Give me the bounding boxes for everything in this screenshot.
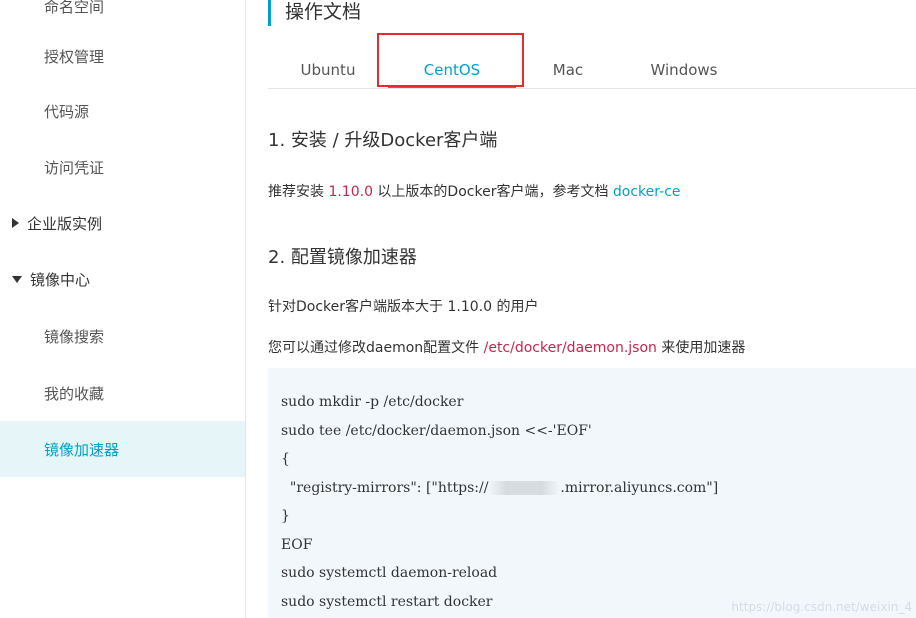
sidebar-item-label: 镜像搜索	[44, 327, 105, 346]
sidebar-item-label: 镜像加速器	[44, 440, 120, 459]
tab-windows[interactable]: Windows	[636, 52, 732, 88]
sidebar-group-label: 镜像中心	[30, 270, 91, 289]
version-requirement: 针对Docker客户端版本大于 1.10.0 的用户	[268, 299, 539, 315]
sidebar-item-my-favorites[interactable]: 我的收藏	[0, 365, 245, 421]
code-line: sudo tee /etc/docker/daemon.json <<-'EOF…	[281, 422, 592, 439]
caret-down-icon	[12, 275, 22, 283]
config-instructions: 您可以通过修改daemon配置文件 /etc/docker/daemon.jso…	[268, 337, 745, 357]
sidebar-item-label: 命名空间	[44, 0, 105, 16]
sidebar-item-label: 授权管理	[44, 47, 105, 66]
sidebar-item-label: 访问凭证	[44, 158, 105, 177]
sidebar-item-label: 我的收藏	[44, 384, 105, 403]
code-line: EOF	[281, 536, 313, 553]
sidebar-group-enterprise-instance[interactable]: 企业版实例	[0, 195, 245, 251]
install-recommendation: 推荐安装 1.10.0 以上版本的Docker客户端，参考文档 docker-c…	[268, 181, 681, 201]
tab-mac[interactable]: Mac	[540, 52, 596, 88]
annotation-highlight-box	[377, 33, 524, 87]
sidebar: 命名空间 授权管理 代码源 访问凭证 企业版实例 镜像中心 镜像搜索 我的收藏 …	[0, 0, 246, 618]
code-line: {	[281, 451, 290, 467]
sidebar-item-code-source[interactable]: 代码源	[0, 83, 245, 139]
section-title-configure: 2. 配置镜像加速器	[268, 247, 417, 268]
section-title-install: 1. 安装 / 升级Docker客户端	[268, 130, 498, 151]
code-line: sudo systemctl daemon-reload	[281, 565, 498, 581]
sidebar-group-image-center[interactable]: 镜像中心	[0, 251, 245, 307]
sidebar-group-label: 企业版实例	[27, 214, 103, 233]
tab-label: Windows	[650, 61, 718, 79]
os-tabs: Ubuntu CentOS Mac Windows	[268, 52, 916, 89]
code-line: sudo mkdir -p /etc/docker	[281, 394, 464, 410]
config-path: /etc/docker/daemon.json	[483, 340, 657, 356]
watermark: https://blog.csdn.net/weixin_4	[731, 600, 912, 614]
sidebar-item-image-accelerator[interactable]: 镜像加速器	[0, 421, 245, 477]
text: 推荐安装	[268, 184, 329, 200]
page-title: 操作文档	[268, 0, 361, 26]
version-highlight: 1.10.0	[328, 184, 373, 200]
code-line: "registry-mirrors": ["https:// .mirror.al…	[281, 474, 916, 503]
code-text: "registry-mirrors": ["https://	[281, 479, 489, 496]
main-content: 操作文档 Ubuntu CentOS Mac Windows 1. 安装 / 升…	[268, 0, 916, 618]
redacted-blur	[488, 480, 561, 495]
tab-ubuntu[interactable]: Ubuntu	[288, 52, 368, 88]
code-line: }	[281, 508, 290, 524]
caret-right-icon	[12, 218, 19, 228]
docker-ce-link[interactable]: docker-ce	[613, 184, 681, 200]
text: 来使用加速器	[656, 340, 746, 356]
tab-label: Mac	[552, 61, 584, 79]
sidebar-item-authorization[interactable]: 授权管理	[0, 28, 245, 84]
text: 以上版本的Docker客户端，参考文档	[372, 184, 613, 200]
code-text: .mirror.aliyuncs.com"]	[560, 479, 719, 496]
text: 您可以通过修改daemon配置文件	[268, 340, 484, 356]
sidebar-item-access-credential[interactable]: 访问凭证	[0, 139, 245, 195]
sidebar-item-label: 代码源	[44, 102, 90, 121]
sidebar-item-image-search[interactable]: 镜像搜索	[0, 308, 245, 364]
tab-label: Ubuntu	[300, 61, 356, 79]
code-block[interactable]: sudo mkdir -p /etc/docker sudo tee /etc/…	[268, 368, 916, 618]
